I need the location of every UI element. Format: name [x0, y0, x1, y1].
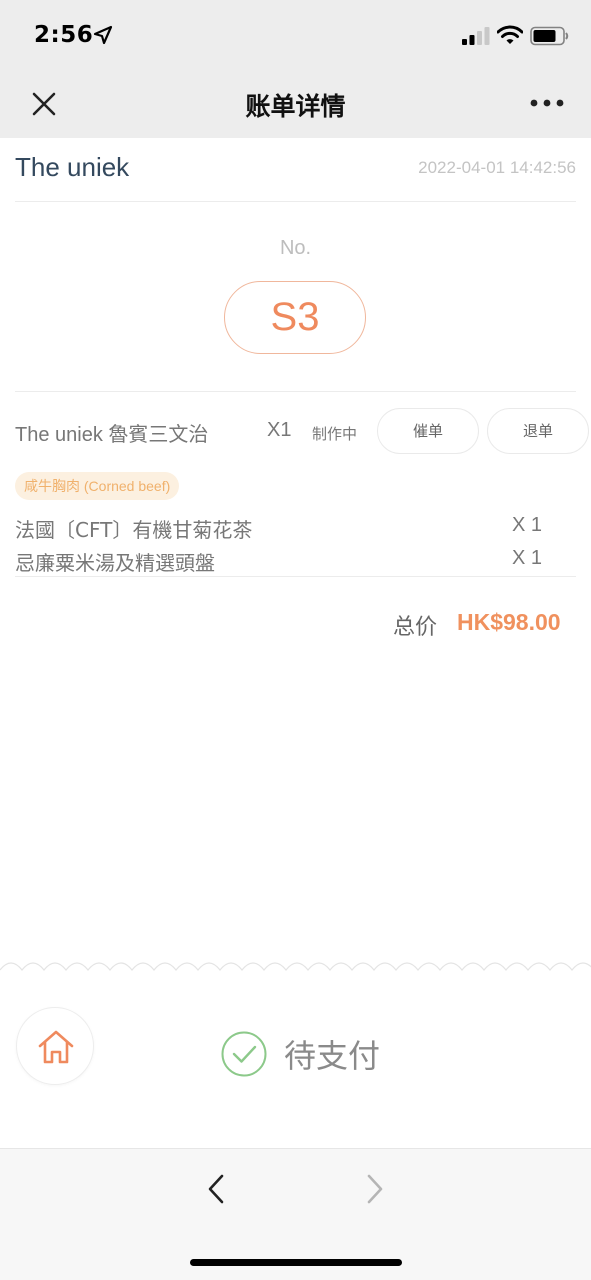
wavy-separator — [0, 962, 591, 971]
location-arrow-icon — [93, 25, 113, 45]
divider — [15, 391, 576, 392]
urge-order-button[interactable]: 催单 — [377, 408, 479, 454]
back-arrow-icon[interactable] — [205, 1173, 227, 1205]
page-title: 账单详情 — [245, 92, 346, 121]
order-datetime: 2022-04-01 14:42:56 — [418, 158, 576, 177]
total-label: 总价 — [393, 615, 438, 640]
home-indicator — [190, 1259, 402, 1266]
divider — [15, 201, 576, 202]
battery-icon — [530, 26, 569, 46]
more-icon[interactable] — [530, 98, 564, 108]
option-tag: 咸牛胸肉 (Corned beef) — [15, 472, 180, 500]
total-value: HK$98.00 — [457, 609, 561, 635]
sub-item-quantity: X 1 — [512, 547, 543, 569]
nav-bar: 账单详情 — [0, 70, 591, 138]
wifi-icon — [497, 25, 523, 44]
cancel-order-button[interactable]: 退单 — [487, 408, 589, 454]
cellular-signal-icon — [462, 27, 490, 45]
sub-item-quantity: X 1 — [512, 514, 543, 536]
check-circle-icon — [221, 1031, 267, 1077]
home-button[interactable] — [16, 1007, 94, 1085]
payment-status: 待支付 — [284, 1037, 381, 1075]
forward-arrow-icon[interactable] — [364, 1173, 386, 1205]
item-name: The uniek 魯賓三文治 — [15, 424, 209, 446]
divider — [15, 576, 576, 577]
sub-item-name: 忌廉粟米湯及精選頭盤 — [15, 551, 215, 575]
sub-item-name: 法國〔CFT〕有機甘菊花茶 — [15, 518, 253, 542]
status-bar: 2:56 — [0, 0, 591, 70]
status-time: 2:56 — [34, 22, 94, 48]
order-number-badge: S3 — [224, 281, 366, 354]
item-quantity: X1 — [267, 419, 292, 441]
item-status: 制作中 — [312, 425, 358, 443]
order-number-label: No. — [279, 237, 312, 259]
home-icon — [38, 1030, 74, 1064]
store-name: The uniek — [15, 152, 130, 182]
browser-toolbar — [0, 1148, 591, 1280]
